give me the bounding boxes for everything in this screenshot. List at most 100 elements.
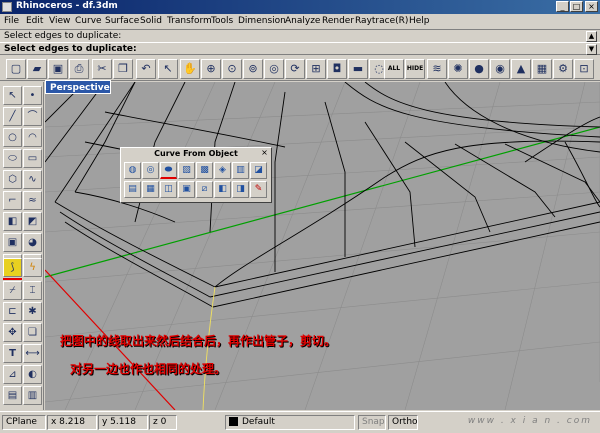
print-icon[interactable]: ⎙: [69, 59, 89, 79]
menu-transform[interactable]: Transform: [167, 16, 212, 26]
scroll-up-icon[interactable]: ▲: [586, 31, 597, 42]
menu-render[interactable]: Render: [322, 16, 354, 26]
undo-icon[interactable]: ↶: [136, 59, 156, 79]
pan-hand-icon[interactable]: ✋: [180, 59, 200, 79]
viewport-layout-icon[interactable]: ⊞: [306, 59, 326, 79]
rotate-view-icon[interactable]: ⟳: [285, 59, 305, 79]
menu-tools[interactable]: Tools: [211, 16, 233, 26]
polygon-tool-icon[interactable]: ⬡: [3, 170, 22, 189]
command-line[interactable]: Select edges to duplicate: ▼: [0, 42, 600, 55]
project-icon[interactable]: ▦: [142, 181, 159, 198]
maximize-button[interactable]: □: [570, 1, 583, 12]
explode-tool-icon[interactable]: ✱: [23, 302, 42, 321]
command-history: Select edges to duplicate: ▲: [0, 29, 600, 42]
join-tool-icon[interactable]: ⊏: [3, 302, 22, 321]
zoom-dynamic-icon[interactable]: ⊙: [222, 59, 242, 79]
hide-button[interactable]: HIDE: [405, 59, 425, 79]
menu-analyze[interactable]: Analyze: [285, 16, 320, 26]
red-car-icon[interactable]: ▬: [348, 59, 368, 79]
apply-uv-icon[interactable]: ◨: [232, 181, 249, 198]
analyze-tool-icon[interactable]: ⊿: [3, 365, 22, 384]
snap-toggle[interactable]: Snap: [358, 415, 386, 430]
car-render-icon[interactable]: ◘: [327, 59, 347, 79]
menu-solid[interactable]: Solid: [140, 16, 162, 26]
open-folder-icon[interactable]: ▰: [27, 59, 47, 79]
extract-isocurve-icon[interactable]: ▧: [178, 162, 195, 179]
box-solid-icon[interactable]: ▣: [3, 233, 22, 252]
color-wheel-icon[interactable]: ✺: [448, 59, 468, 79]
move-tool-icon[interactable]: ✥: [3, 323, 22, 342]
properties-icon[interactable]: ⊡: [574, 59, 594, 79]
select-tool-icon[interactable]: ↖: [3, 86, 22, 105]
polyline-tool-icon[interactable]: ⌒: [23, 107, 42, 126]
contour-icon[interactable]: ▥: [232, 162, 249, 179]
duplicate-edge-icon[interactable]: ◍: [124, 162, 141, 179]
curve-tool-icon[interactable]: ∿: [23, 170, 42, 189]
menu-help[interactable]: Help: [409, 16, 430, 26]
viewport-title-tab[interactable]: Perspective: [45, 80, 111, 94]
loft-surface-icon[interactable]: ◩: [23, 212, 42, 231]
line-tool-icon[interactable]: ╱: [3, 107, 22, 126]
close-button[interactable]: ×: [585, 1, 598, 12]
fillet-curve-icon[interactable]: ⌐: [3, 191, 22, 210]
cut-icon[interactable]: ✂: [92, 59, 112, 79]
options-icon[interactable]: ⚙: [553, 59, 573, 79]
split-tool-icon[interactable]: ⌶: [23, 281, 42, 300]
text-tool-icon[interactable]: T: [3, 344, 22, 363]
sphere-solid-icon[interactable]: ◕: [23, 233, 42, 252]
extract-wireframe-icon[interactable]: ▩: [196, 162, 213, 179]
layers-tool-icon[interactable]: ▥: [23, 386, 42, 405]
zoom-extents-icon[interactable]: ⊚: [243, 59, 263, 79]
menu-raytrace[interactable]: Raytrace(R): [355, 16, 408, 26]
circle-tool-icon[interactable]: ○: [3, 128, 22, 147]
pen-curve-icon[interactable]: ✎: [250, 181, 267, 198]
ellipse-tool-icon[interactable]: ⬭: [3, 149, 22, 168]
duplicate-border-icon[interactable]: ◎: [142, 162, 159, 179]
copy-tool-icon[interactable]: ❏: [23, 323, 42, 342]
silhouette-icon[interactable]: ◈: [214, 162, 231, 179]
offset-surface-curve-icon[interactable]: ⧄: [196, 181, 213, 198]
menu-file[interactable]: File: [4, 16, 19, 26]
create-uv-icon[interactable]: ◧: [214, 181, 231, 198]
ortho-toggle[interactable]: Ortho: [388, 415, 418, 430]
layer-stack-icon[interactable]: ≋: [427, 59, 447, 79]
intersect-icon[interactable]: ▤: [124, 181, 141, 198]
surface-tool-icon[interactable]: ◧: [3, 212, 22, 231]
save-icon[interactable]: ▣: [48, 59, 68, 79]
curve-from-object-icon[interactable]: ⟆: [3, 258, 22, 277]
rectangle-tool-icon[interactable]: ▭: [23, 149, 42, 168]
new-file-icon[interactable]: ▢: [6, 59, 26, 79]
dimension-tool-icon[interactable]: ⟷: [23, 344, 42, 363]
copy-icon[interactable]: ❐: [113, 59, 133, 79]
arc-tool-icon[interactable]: ◠: [23, 128, 42, 147]
trim-tool-icon[interactable]: ⌿: [3, 281, 22, 300]
display-tool-icon[interactable]: ▤: [3, 386, 22, 405]
cplane-label[interactable]: CPlane: [2, 415, 46, 430]
show-all-button[interactable]: ALL: [384, 59, 404, 79]
menu-view[interactable]: View: [49, 16, 70, 26]
blend-icon[interactable]: ▣: [178, 181, 195, 198]
scroll-down-icon[interactable]: ▼: [586, 44, 597, 55]
zoom-selected-icon[interactable]: ◎: [264, 59, 284, 79]
curve-from-object-toolbar[interactable]: Curve From Object × ◍ ◎ ⬬ ▧ ▩ ◈ ▥ ◪ ▤ ▦ …: [120, 147, 272, 203]
menu-edit[interactable]: Edit: [26, 16, 43, 26]
spotlight-icon[interactable]: ▲: [511, 59, 531, 79]
grid-settings-icon[interactable]: ▦: [532, 59, 552, 79]
point-tool-icon[interactable]: •: [23, 86, 42, 105]
shade-sphere-icon[interactable]: ●: [469, 59, 489, 79]
zoom-window-icon[interactable]: ⊕: [201, 59, 221, 79]
menu-curve[interactable]: Curve: [75, 16, 102, 26]
menu-surface[interactable]: Surface: [105, 16, 139, 26]
current-layer[interactable]: Default: [225, 415, 355, 430]
select-arrow-icon[interactable]: ↖: [158, 59, 178, 79]
render-sphere-icon[interactable]: ◉: [490, 59, 510, 79]
minimize-button[interactable]: _: [556, 1, 569, 12]
lightning-tool-icon[interactable]: ϟ: [23, 258, 42, 277]
pull-curve-icon[interactable]: ◫: [160, 181, 177, 198]
menu-dimension[interactable]: Dimension: [238, 16, 286, 26]
section-icon[interactable]: ◪: [250, 162, 267, 179]
duplicate-face-border-icon[interactable]: ⬬: [160, 162, 177, 179]
close-icon[interactable]: ×: [260, 149, 269, 158]
offset-curve-icon[interactable]: ≈: [23, 191, 42, 210]
render-tool-icon[interactable]: ◐: [23, 365, 42, 384]
